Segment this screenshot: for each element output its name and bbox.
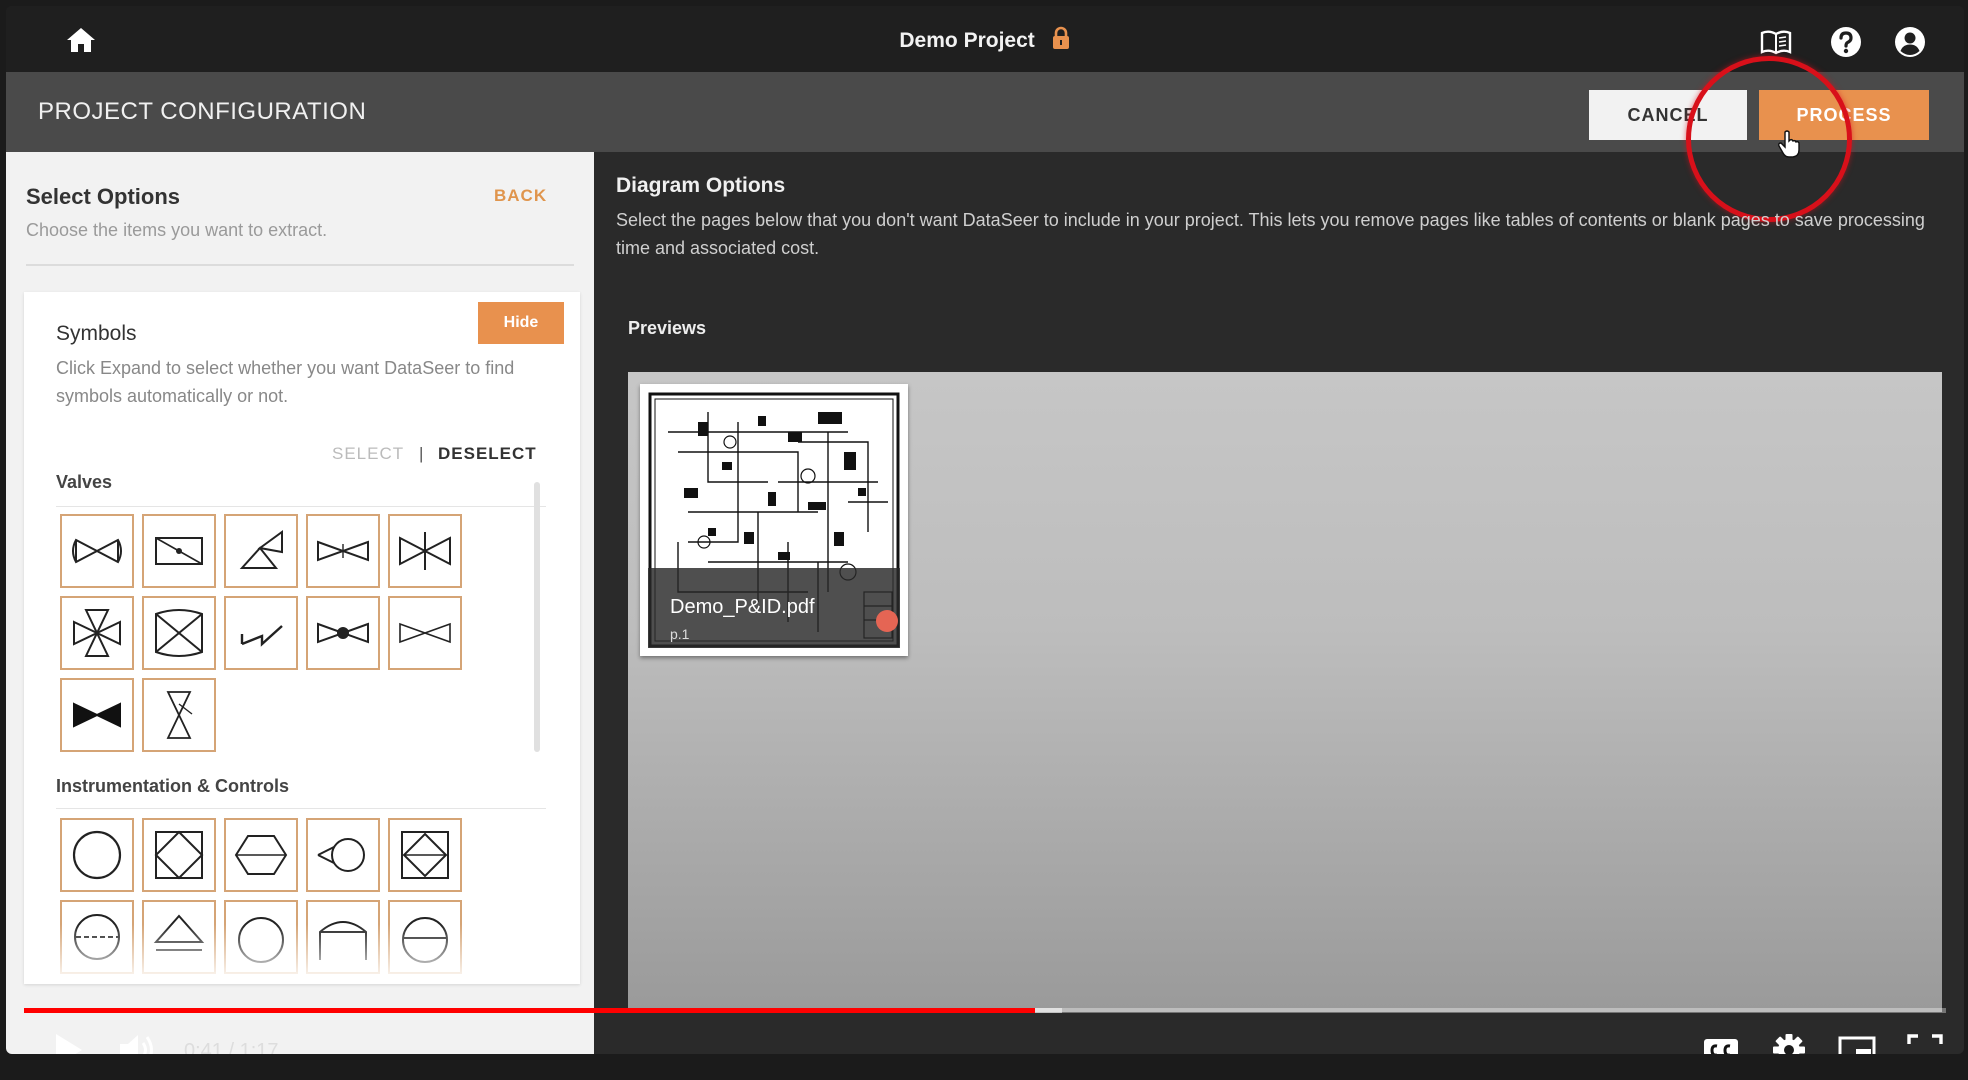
needle-valve-icon	[399, 532, 451, 570]
symbol-tile[interactable]	[142, 596, 216, 670]
symbol-tile[interactable]	[388, 596, 462, 670]
symbol-tile[interactable]	[224, 818, 298, 892]
lock-icon	[1052, 26, 1069, 49]
captions-icon[interactable]	[1700, 1030, 1742, 1054]
back-link[interactable]: BACK	[494, 186, 547, 206]
miniplayer-icon[interactable]	[1836, 1030, 1878, 1054]
diagram-options-description: Select the pages below that you don't wa…	[616, 210, 1925, 258]
symbol-tile[interactable]	[306, 596, 380, 670]
gate-valve-icon	[317, 540, 369, 562]
pointer-instrument-icon	[317, 838, 365, 872]
check-valve-icon	[155, 609, 203, 657]
hide-button[interactable]: Hide	[478, 302, 564, 344]
symbol-tile[interactable]	[388, 818, 462, 892]
circle-instrument-icon	[72, 830, 122, 880]
previews-area: Demo_P&ID.pdf p.1	[628, 372, 1942, 1012]
project-title-text: Demo Project	[899, 29, 1035, 52]
video-time-total: 1:17	[239, 1040, 279, 1054]
divider	[26, 264, 574, 266]
symbol-tile[interactable]	[60, 678, 134, 752]
hand-cursor-icon	[1778, 130, 1800, 158]
video-time-current: 0:41	[184, 1040, 223, 1054]
help-icon[interactable]	[1830, 26, 1862, 58]
book-icon[interactable]	[1760, 26, 1792, 58]
diamond-instrument-icon	[154, 830, 204, 880]
category-divider	[56, 506, 546, 507]
vertical-valve-icon	[166, 691, 193, 739]
page-title: PROJECT CONFIGURATION	[38, 98, 367, 125]
select-options-panel: Select Options BACK Choose the items you…	[6, 152, 594, 1054]
select-all-link[interactable]: SELECT	[332, 444, 404, 464]
link-separator: |	[419, 444, 424, 463]
symbol-tile[interactable]	[142, 818, 216, 892]
preview-select-toggle[interactable]	[876, 610, 898, 632]
symbols-card: Symbols Hide Click Expand to select whet…	[24, 292, 580, 984]
category-title-instrumentation: Instrumentation & Controls	[56, 776, 289, 796]
video-played	[24, 1008, 1035, 1013]
video-time: 0:41 / 1:17	[184, 1040, 279, 1054]
video-time-separator: /	[228, 1040, 235, 1054]
symbol-tile[interactable]	[306, 514, 380, 588]
double-ball-valve-icon	[72, 538, 122, 564]
angle-valve-icon	[239, 530, 283, 569]
symbol-tile[interactable]	[306, 818, 380, 892]
symbols-description: Click Expand to select whether you want …	[56, 358, 515, 406]
play-icon[interactable]	[50, 1030, 86, 1054]
select-options-subtitle: Choose the items you want to extract.	[26, 220, 328, 240]
video-progress-bar[interactable]	[24, 1008, 1946, 1013]
select-options-title: Select Options	[26, 184, 181, 209]
symbol-tile[interactable]	[60, 596, 134, 670]
relief-valve-icon	[240, 625, 283, 647]
preview-page-number: p.1	[670, 626, 690, 642]
angled-valve-icon	[155, 537, 203, 565]
symbols-title: Symbols	[56, 322, 137, 345]
preview-file-name: Demo_P&ID.pdf	[670, 596, 815, 618]
ball-valve-icon	[317, 622, 369, 644]
category-title-valves: Valves	[56, 472, 113, 492]
category-divider	[56, 808, 546, 809]
diamond-box-instrument-icon	[401, 831, 449, 879]
list-fade	[24, 924, 580, 984]
symbol-tile[interactable]	[388, 514, 462, 588]
app-frame: Demo Project PROJECT CONFIGURATION CANCE…	[6, 6, 1964, 1054]
deselect-all-link[interactable]: DESELECT	[438, 444, 537, 464]
symbol-tile[interactable]	[142, 514, 216, 588]
symbol-tile[interactable]	[60, 514, 134, 588]
symbol-tile[interactable]	[60, 818, 134, 892]
symbols-scrollbar[interactable]	[534, 482, 540, 752]
preview-thumbnail[interactable]: Demo_P&ID.pdf p.1	[640, 384, 908, 656]
solid-gate-valve-icon	[73, 702, 121, 728]
symbol-tile[interactable]	[142, 678, 216, 752]
volume-icon[interactable]	[116, 1030, 158, 1054]
project-title: Demo Project	[6, 26, 1964, 53]
account-icon[interactable]	[1894, 26, 1926, 58]
click-highlight-ring	[1686, 56, 1852, 222]
symbol-tile[interactable]	[224, 514, 298, 588]
config-bar: PROJECT CONFIGURATION CANCEL PROCESS	[6, 72, 1964, 152]
settings-gear-icon[interactable]	[1768, 1030, 1810, 1054]
diagram-options-title: Diagram Options	[616, 174, 786, 197]
previews-label: Previews	[628, 318, 707, 338]
hexagon-instrument-icon	[234, 835, 288, 875]
top-bar: Demo Project	[6, 6, 1964, 72]
fullscreen-icon[interactable]	[1904, 1030, 1946, 1054]
symbol-tile[interactable]	[224, 596, 298, 670]
four-way-valve-icon	[73, 609, 121, 657]
globe-valve-icon	[399, 622, 451, 644]
